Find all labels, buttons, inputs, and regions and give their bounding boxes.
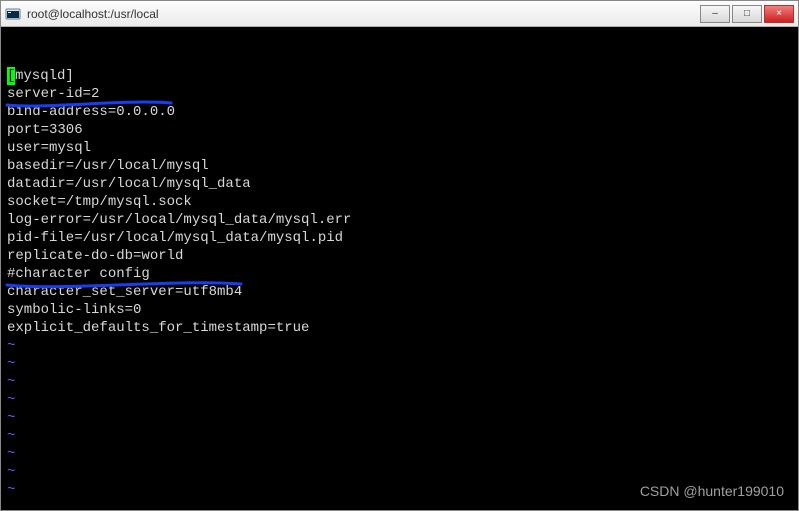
window-title: root@localhost:/usr/local <box>27 7 698 21</box>
file-line: character_set_server=utf8mb4 <box>7 283 792 301</box>
vim-empty-line: ~ <box>7 481 792 499</box>
vim-empty-line: ~ <box>7 391 792 409</box>
window-controls: – □ × <box>698 5 794 23</box>
file-line: pid-file=/usr/local/mysql_data/mysql.pid <box>7 229 792 247</box>
vim-empty-line: ~ <box>7 373 792 391</box>
vim-empty-line: ~ <box>7 463 792 481</box>
file-line: port=3306 <box>7 121 792 139</box>
file-line: explicit_defaults_for_timestamp=true <box>7 319 792 337</box>
putty-window: root@localhost:/usr/local – □ × [mysqld]… <box>0 0 799 511</box>
file-line: bind-address=0.0.0.0 <box>7 103 792 121</box>
vim-empty-line: ~ <box>7 355 792 373</box>
terminal-area[interactable]: [mysqld]server-id=2bind-address=0.0.0.0p… <box>1 27 798 510</box>
vim-empty-line: ~ <box>7 409 792 427</box>
vim-empty-line: ~ <box>7 427 792 445</box>
file-line: datadir=/usr/local/mysql_data <box>7 175 792 193</box>
cursor: [ <box>7 67 15 85</box>
file-line: replicate-do-db=world <box>7 247 792 265</box>
file-line: basedir=/usr/local/mysql <box>7 157 792 175</box>
close-button[interactable]: × <box>764 5 794 23</box>
minimize-button[interactable]: – <box>700 5 730 23</box>
file-line: [mysqld] <box>7 67 792 85</box>
vim-status-line: "/etc/my.cnf" 15L, 347C <box>7 509 792 510</box>
terminal-text: [mysqld]server-id=2bind-address=0.0.0.0p… <box>7 67 792 510</box>
vim-empty-line: ~ <box>7 337 792 355</box>
file-line: server-id=2 <box>7 85 792 103</box>
terminal-icon <box>5 6 21 22</box>
file-line: #character config <box>7 265 792 283</box>
file-line: symbolic-links=0 <box>7 301 792 319</box>
vim-empty-line: ~ <box>7 445 792 463</box>
titlebar[interactable]: root@localhost:/usr/local – □ × <box>1 1 798 27</box>
maximize-button[interactable]: □ <box>732 5 762 23</box>
file-line: log-error=/usr/local/mysql_data/mysql.er… <box>7 211 792 229</box>
file-line: socket=/tmp/mysql.sock <box>7 193 792 211</box>
file-line: user=mysql <box>7 139 792 157</box>
